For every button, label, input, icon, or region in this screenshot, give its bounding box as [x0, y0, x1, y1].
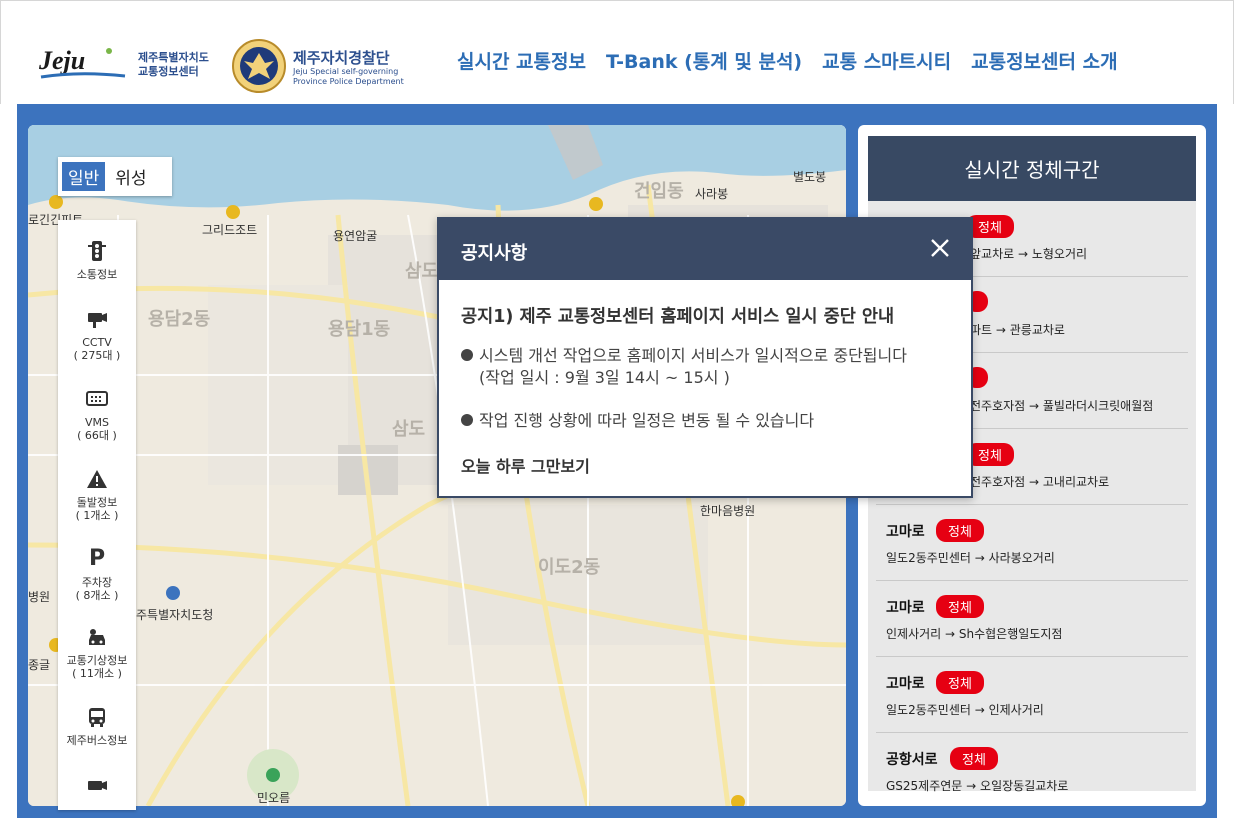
parking-icon: P [88, 546, 106, 571]
police-subtitle: Jeju Special self-governing Province Pol… [293, 67, 404, 87]
tool-parking[interactable]: P 주차장 ( 8개소 ) [58, 546, 136, 603]
place-sarabong: 사라봉 [695, 187, 729, 201]
congestion-path: 파트 → 관릉교차로 [970, 323, 1065, 337]
tool-weather[interactable]: 교통기상정보 ( 11개소 ) [58, 626, 136, 680]
tool-vms-count: ( 66대 ) [77, 429, 117, 442]
nav-smartcity[interactable]: 교통 스마트시티 [822, 47, 951, 74]
tool-parking-count: ( 8개소 ) [75, 589, 119, 602]
congestion-item[interactable]: 공항서로 정체 GS25제주연문 → 오일장동길교차로 [876, 733, 1188, 793]
congestion-path: 전주호자점 → 풀빌라더시크릿애월점 [970, 399, 1154, 413]
congestion-road: 고마로 [886, 676, 925, 692]
place-yongdam2: 용담2동 [148, 309, 211, 330]
notice-item-1: 시스템 개선 작업으로 홈페이지 서비스가 일시적으로 중단됩니다 [461, 345, 907, 367]
map-type-satellite[interactable]: 위성 [109, 162, 152, 191]
congestion-item[interactable]: 고마로 정체 일도2동주민센터 → 인제사거리 [876, 657, 1188, 733]
congestion-road: 공항서로 [886, 752, 938, 768]
jeju-logo[interactable]: Jeju [39, 43, 129, 83]
place-byeoldobong: 별도봉 [793, 170, 827, 184]
place-dochung: 주특별자치도청 [136, 608, 214, 622]
place-ido2: 이도2동 [538, 557, 601, 578]
bus-icon [86, 706, 108, 728]
congestion-path: 인제사거리 → Sh수협은행일도지점 [886, 627, 1063, 641]
notice-heading: 공지1) 제주 교통정보센터 홈페이지 서비스 일시 중단 안내 [461, 307, 895, 327]
tool-more[interactable] [58, 776, 136, 804]
tool-traffic-label: 소통정보 [76, 268, 118, 281]
nav-about[interactable]: 교통정보센터 소개 [971, 47, 1117, 74]
cctv-icon [86, 308, 108, 330]
notice-popup-title: 공지사항 [461, 243, 528, 264]
tool-bus[interactable]: 제주버스정보 [58, 706, 136, 747]
place-minoreum: 민오름 [257, 791, 291, 805]
congestion-path: 일도2동주민센터 → 인제사거리 [886, 703, 1044, 717]
place-hanmaeum: 한마음병원 [700, 504, 756, 518]
dismiss-today-link[interactable]: 오늘 하루 그만보기 [461, 453, 590, 477]
congestion-path: 앞교차로 → 노형오거리 [970, 247, 1088, 261]
notice-item-2: 작업 진행 상황에 따라 일정은 변동 될 수 있습니다 [461, 410, 814, 432]
place-samdo2: 삼도 [392, 419, 426, 440]
nav-realtime-traffic[interactable]: 실시간 교통정보 [457, 47, 586, 74]
tool-vms-label: VMS [85, 416, 109, 429]
svg-text:Jeju: Jeju [39, 46, 85, 75]
congestion-item[interactable]: 고마로 정체 인제사거리 → Sh수협은행일도지점 [876, 581, 1188, 657]
place-gunip: 건입동 [634, 181, 684, 202]
police-sub-line-2: Province Police Department [293, 77, 404, 86]
tool-incident-label: 돌발정보 [76, 496, 118, 509]
traffic-light-icon [86, 240, 108, 262]
cctv-icon [86, 776, 108, 798]
congestion-road: 고마로 [886, 524, 925, 540]
tool-cctv-count: ( 275대 ) [73, 349, 121, 362]
congestion-path: 전주호자점 → 고내리교차로 [970, 475, 1110, 489]
weather-car-icon [86, 626, 108, 648]
place-samdo: 삼도 [405, 261, 439, 282]
police-badge-icon[interactable] [232, 39, 286, 93]
map-layer-toolbar: 소통정보 CCTV ( 275대 ) VMS ( 66대 ) 돌발정보 ( 1개… [58, 220, 136, 810]
congestion-status-badge: 정체 [950, 747, 998, 770]
tool-cctv-label: CCTV [82, 336, 112, 349]
tool-vms[interactable]: VMS ( 66대 ) [58, 388, 136, 442]
tool-incident-count: ( 1개소 ) [75, 509, 119, 522]
notice-item-1-line-2: (작업 일시 : 9월 3일 14시 ~ 15시 ) [479, 368, 730, 387]
place-jonggul: 종글 [28, 658, 51, 672]
congestion-status-badge: 정체 [936, 519, 984, 542]
congestion-status-badge: 정체 [966, 443, 1014, 466]
close-icon[interactable] [929, 237, 951, 259]
notice-popup: 공지사항 공지1) 제주 교통정보센터 홈페이지 서비스 일시 중단 안내 시스… [437, 217, 973, 498]
congestion-status-badge: 정체 [936, 671, 984, 694]
tool-parking-label: 주차장 [81, 576, 113, 589]
warning-icon [86, 468, 108, 490]
vms-icon [86, 388, 108, 410]
bullet-icon [461, 414, 473, 426]
notice-item-2-text: 작업 진행 상황에 따라 일정은 변동 될 수 있습니다 [479, 411, 815, 430]
congestion-status-badge: 정체 [936, 595, 984, 618]
tool-incident[interactable]: 돌발정보 ( 1개소 ) [58, 468, 136, 522]
congestion-panel-title: 실시간 정체구간 [868, 136, 1196, 201]
logo-line-2: 교통정보센터 [138, 65, 199, 78]
congestion-road: 고마로 [886, 600, 925, 616]
nav-tbank[interactable]: T-Bank (통계 및 분석) [606, 47, 802, 74]
place-grilljot: 그리드조트 [202, 223, 258, 237]
main-nav: 실시간 교통정보 T-Bank (통계 및 분석) 교통 스마트시티 교통정보센… [457, 47, 1118, 74]
notice-popup-header: 공지사항 [439, 219, 971, 280]
congestion-status-badge: 정체 [966, 215, 1014, 238]
tool-weather-label: 교통기상정보 [66, 654, 128, 667]
logo-line-1: 제주특별자치도 [138, 51, 209, 64]
congestion-path: GS25제주연문 → 오일장동길교차로 [886, 779, 1069, 793]
tool-bus-label: 제주버스정보 [66, 734, 128, 747]
center-logo-text: 제주특별자치도 교통정보센터 [138, 51, 209, 79]
map-type-toggle: 일반 위성 [58, 157, 172, 196]
police-title: 제주자치경찰단 [293, 49, 390, 67]
tool-weather-count: ( 11개소 ) [72, 667, 122, 680]
tool-traffic[interactable]: 소통정보 [58, 240, 136, 281]
bullet-icon [461, 349, 473, 361]
map-type-normal[interactable]: 일반 [62, 162, 106, 191]
congestion-path: 일도2동주민센터 → 사라봉오거리 [886, 551, 1055, 565]
site-header: Jeju 제주특별자치도 교통정보센터 제주자치경찰단 Jeju Special… [0, 0, 1234, 104]
place-yongdam1: 용담1동 [328, 319, 391, 340]
place-yongyeonamgul: 용연암굴 [333, 229, 378, 243]
police-sub-line-1: Jeju Special self-governing [293, 67, 399, 76]
tool-cctv[interactable]: CCTV ( 275대 ) [58, 308, 136, 362]
congestion-item[interactable]: 고마로 정체 일도2동주민센터 → 사라봉오거리 [876, 505, 1188, 581]
place-byeongwon: 병원 [28, 590, 51, 604]
notice-item-1-line-1: 시스템 개선 작업으로 홈페이지 서비스가 일시적으로 중단됩니다 [479, 346, 907, 365]
